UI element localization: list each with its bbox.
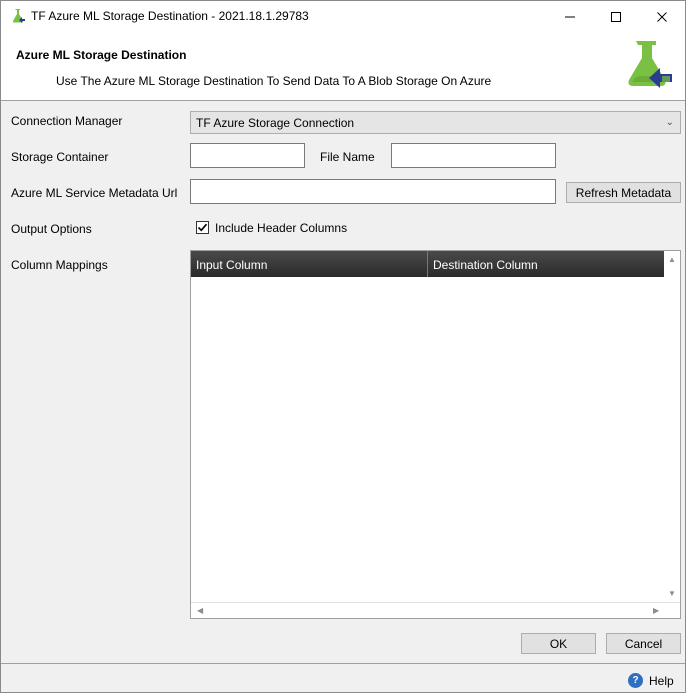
connection-manager-label: Connection Manager (11, 114, 123, 128)
maximize-button[interactable] (593, 1, 639, 32)
minimize-button[interactable] (547, 1, 593, 32)
minimize-icon (565, 16, 575, 17)
file-name-input[interactable] (391, 143, 556, 168)
connection-manager-value: TF Azure Storage Connection (196, 116, 355, 130)
close-icon (657, 11, 667, 22)
flask-arrow-icon (628, 41, 672, 88)
metadata-url-label: Azure ML Service Metadata Url (11, 186, 178, 200)
help-icon[interactable]: ? (628, 673, 643, 688)
storage-container-label: Storage Container (11, 150, 109, 164)
title-bar[interactable]: TF Azure ML Storage Destination - 2021.1… (1, 1, 685, 32)
dialog-header: Azure ML Storage Destination Use The Azu… (1, 32, 685, 101)
checkmark-icon (197, 223, 208, 232)
output-options-label: Output Options (11, 222, 92, 236)
metadata-url-input[interactable] (190, 179, 556, 204)
horizontal-scrollbar[interactable]: ◀ ▶ (191, 602, 680, 618)
dialog-header-title: Azure ML Storage Destination (16, 48, 187, 62)
refresh-metadata-button[interactable]: Refresh Metadata (566, 182, 681, 203)
grid-header-destination-column[interactable]: Destination Column (428, 251, 665, 277)
grid-header: Input Column Destination Column (191, 251, 665, 277)
chevron-down-icon: ⌄ (665, 117, 674, 128)
connection-manager-select[interactable]: TF Azure Storage Connection ⌄ (190, 111, 681, 134)
grid-header-input-column[interactable]: Input Column (191, 251, 428, 277)
dialog-window: TF Azure ML Storage Destination - 2021.1… (0, 0, 686, 693)
window-title: TF Azure ML Storage Destination - 2021.1… (31, 9, 309, 23)
ok-button[interactable]: OK (521, 633, 596, 654)
column-mappings-label: Column Mappings (11, 258, 108, 272)
maximize-icon (611, 11, 621, 22)
include-header-label[interactable]: Include Header Columns (215, 221, 347, 235)
vertical-scrollbar[interactable]: ▲ ▼ (664, 251, 680, 602)
dialog-header-subtitle: Use The Azure ML Storage Destination To … (56, 74, 492, 88)
scroll-up-icon[interactable]: ▲ (668, 255, 676, 264)
status-footer: ? Help (1, 663, 685, 692)
app-flask-icon (12, 9, 25, 23)
scroll-left-icon[interactable]: ◀ (197, 606, 203, 615)
column-mappings-grid[interactable]: Input Column Destination Column ▲ ▼ ◀ ▶ (190, 250, 681, 619)
storage-container-input[interactable] (190, 143, 305, 168)
close-button[interactable] (639, 1, 685, 32)
scroll-down-icon[interactable]: ▼ (668, 589, 676, 598)
cancel-button[interactable]: Cancel (606, 633, 681, 654)
help-link[interactable]: Help (649, 674, 674, 688)
include-header-checkbox[interactable] (196, 221, 209, 234)
scroll-right-icon[interactable]: ▶ (653, 606, 659, 615)
file-name-label: File Name (320, 150, 375, 164)
